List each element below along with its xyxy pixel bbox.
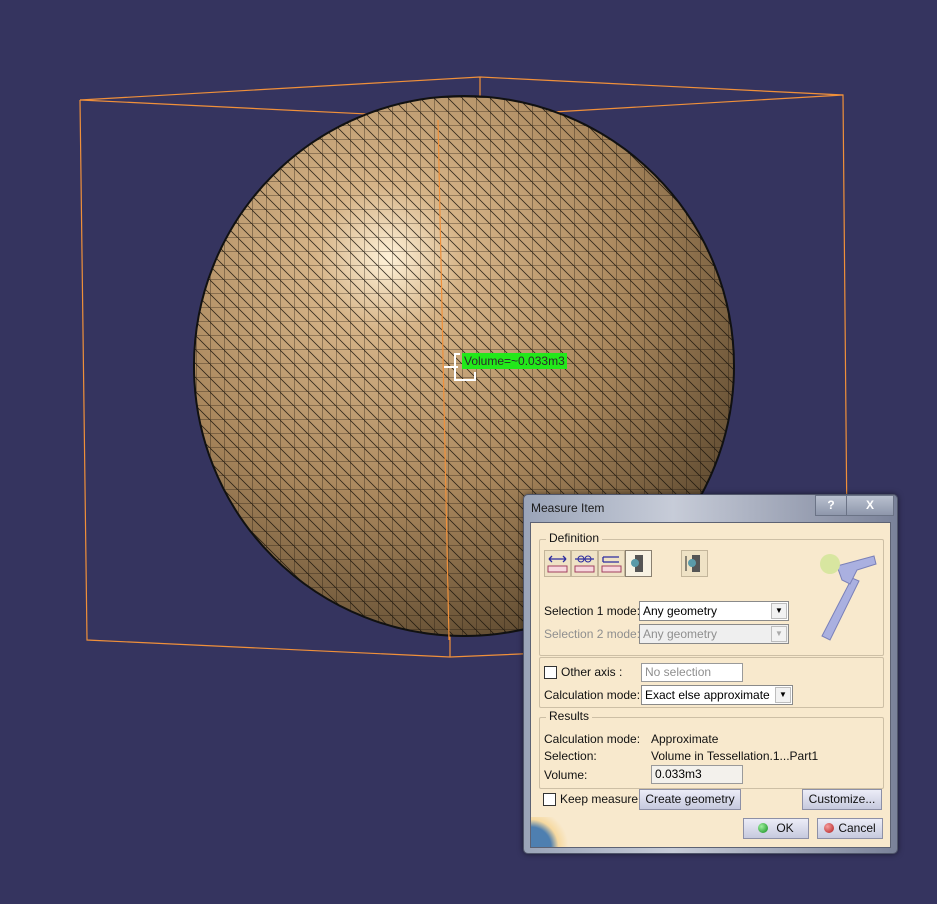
result-selection-label: Selection: bbox=[544, 749, 597, 763]
selection2-value: Any geometry bbox=[643, 627, 718, 641]
ok-icon bbox=[758, 823, 769, 833]
measure-thickness-icon[interactable] bbox=[681, 550, 708, 577]
ok-label: OK bbox=[776, 821, 794, 835]
calculation-mode-value: Exact else approximate bbox=[645, 688, 770, 702]
selection1-mode-select[interactable]: Any geometry ▼ bbox=[639, 601, 789, 621]
measure-label: Volume=~0.033m3 bbox=[462, 353, 567, 369]
result-selection-value: Volume in Tessellation.1...Part1 bbox=[651, 749, 819, 763]
calculation-options: Other axis : No selection Calculation mo… bbox=[539, 657, 884, 708]
caliper-icon bbox=[820, 554, 877, 641]
keep-measure-label: Keep measure bbox=[560, 792, 639, 806]
measure-item-icon[interactable] bbox=[625, 550, 652, 577]
cancel-label: Cancel bbox=[838, 821, 876, 835]
selection1-value: Any geometry bbox=[643, 604, 718, 618]
calculation-mode-label: Calculation mode: bbox=[544, 688, 641, 702]
volume-value: 0.033m3 bbox=[655, 767, 702, 781]
customize-button[interactable]: Customize... bbox=[802, 789, 882, 810]
results-label: Results bbox=[546, 709, 593, 723]
close-button[interactable]: X bbox=[846, 495, 894, 516]
results-group: Results Calculation mode: Approximate Se… bbox=[539, 709, 884, 789]
result-calc-mode-value: Approximate bbox=[651, 732, 719, 746]
selection1-label: Selection 1 mode: bbox=[544, 604, 641, 618]
other-axis-label: Other axis : bbox=[561, 665, 623, 679]
other-axis-checkbox[interactable] bbox=[544, 666, 557, 679]
definition-label: Definition bbox=[546, 531, 603, 545]
volume-field[interactable]: 0.033m3 bbox=[651, 765, 743, 784]
dialog-titlebar[interactable]: Measure Item ? X bbox=[524, 495, 897, 521]
result-calc-mode-label: Calculation mode: bbox=[544, 732, 641, 746]
other-axis-field[interactable]: No selection bbox=[641, 663, 743, 682]
keep-measure-checkbox[interactable] bbox=[543, 793, 556, 806]
chevron-down-icon[interactable]: ▼ bbox=[771, 603, 787, 619]
dialog-title: Measure Item bbox=[531, 501, 605, 515]
measure-item-dialog: Measure Item ? X Definition Selection 1 … bbox=[523, 494, 898, 854]
cancel-button[interactable]: Cancel bbox=[817, 818, 883, 839]
definition-group: Definition Selection 1 mode: Any geometr… bbox=[539, 531, 884, 656]
ok-button[interactable]: OK bbox=[743, 818, 809, 839]
measure-between-in-chain-icon[interactable] bbox=[571, 550, 598, 577]
help-button[interactable]: ? bbox=[815, 495, 847, 516]
measure-between-fan-icon[interactable] bbox=[598, 550, 625, 577]
measure-between-icon[interactable] bbox=[544, 550, 571, 577]
cancel-icon bbox=[824, 823, 835, 833]
calculation-mode-select[interactable]: Exact else approximate ▼ bbox=[641, 685, 793, 705]
create-geometry-button[interactable]: Create geometry bbox=[639, 789, 741, 810]
catia-logo-watermark bbox=[531, 817, 571, 847]
dialog-body: Definition Selection 1 mode: Any geometr… bbox=[530, 522, 891, 848]
other-axis-value: No selection bbox=[645, 665, 712, 679]
chevron-down-icon: ▼ bbox=[771, 626, 787, 642]
result-volume-label: Volume: bbox=[544, 768, 588, 782]
selection2-mode-select: Any geometry ▼ bbox=[639, 624, 789, 644]
chevron-down-icon[interactable]: ▼ bbox=[775, 687, 791, 703]
selection2-label: Selection 2 mode: bbox=[544, 627, 641, 641]
